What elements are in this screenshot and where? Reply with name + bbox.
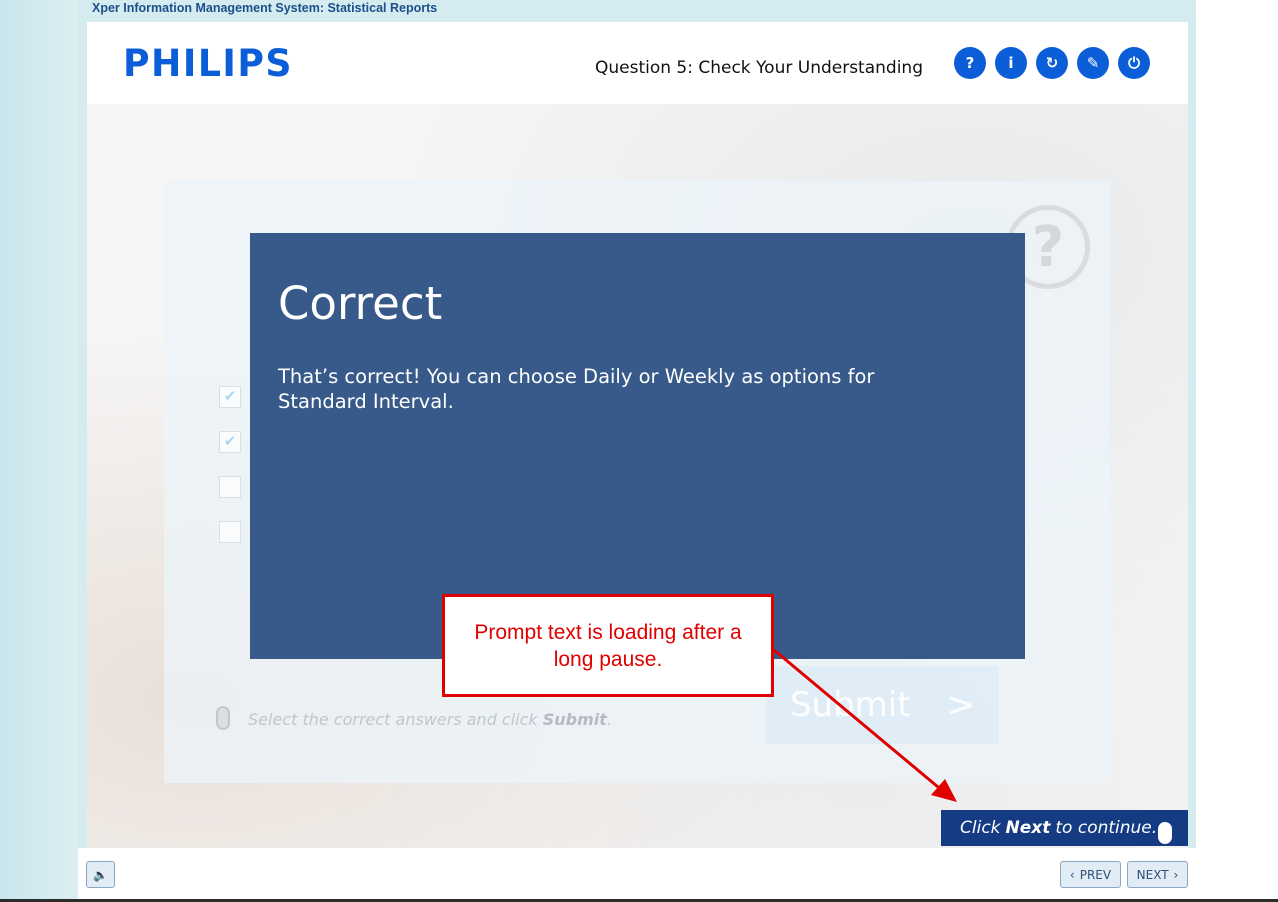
continue-prompt: Click Next to continue. xyxy=(941,810,1188,846)
header-toolbar: ? i ↻ ✎ ⏻ xyxy=(954,47,1150,79)
answer-checkbox-2[interactable]: ✔ xyxy=(219,431,241,453)
question-title: Question 5: Check Your Understanding xyxy=(594,58,923,78)
next-button[interactable]: NEXT › xyxy=(1127,861,1188,888)
course-footer xyxy=(78,848,1196,900)
info-icon[interactable]: i xyxy=(995,47,1027,79)
next-label: NEXT xyxy=(1136,867,1169,882)
help-icon[interactable]: ? xyxy=(954,47,986,79)
audio-button[interactable]: 🔈 xyxy=(86,861,115,888)
philips-logo: PHILIPS xyxy=(123,42,293,85)
app-title: Xper Information Management System: Stat… xyxy=(92,1,438,15)
exit-icon[interactable]: ⏻ xyxy=(1118,47,1150,79)
callout-text: Prompt text is loading after a long paus… xyxy=(474,620,742,671)
answer-checkbox-3[interactable] xyxy=(219,476,241,498)
mouse-icon xyxy=(1158,822,1172,844)
mouse-icon xyxy=(216,706,230,730)
prev-button[interactable]: ‹ PREV xyxy=(1060,861,1121,888)
submit-label: Submit xyxy=(789,685,911,725)
submit-arrow-icon: > xyxy=(946,685,976,725)
feedback-title: Correct xyxy=(278,277,443,330)
feedback-body: That’s correct! You can choose Daily or … xyxy=(278,365,875,413)
quiz-instruction: Select the correct answers and click Sub… xyxy=(248,710,613,729)
replay-icon[interactable]: ↻ xyxy=(1036,47,1068,79)
submit-button[interactable]: Submit > xyxy=(766,666,999,744)
speaker-icon: 🔈 xyxy=(93,867,108,882)
course-header: PHILIPS Question 5: Check Your Understan… xyxy=(87,22,1188,104)
answer-checkbox-4[interactable] xyxy=(219,521,241,543)
chevron-right-icon: › xyxy=(1173,867,1179,882)
resources-icon[interactable]: ✎ xyxy=(1077,47,1109,79)
chevron-left-icon: ‹ xyxy=(1069,867,1075,882)
annotation-callout: Prompt text is loading after a long paus… xyxy=(442,594,774,697)
answer-checkbox-1[interactable]: ✔ xyxy=(219,386,241,408)
prev-label: PREV xyxy=(1079,867,1112,882)
